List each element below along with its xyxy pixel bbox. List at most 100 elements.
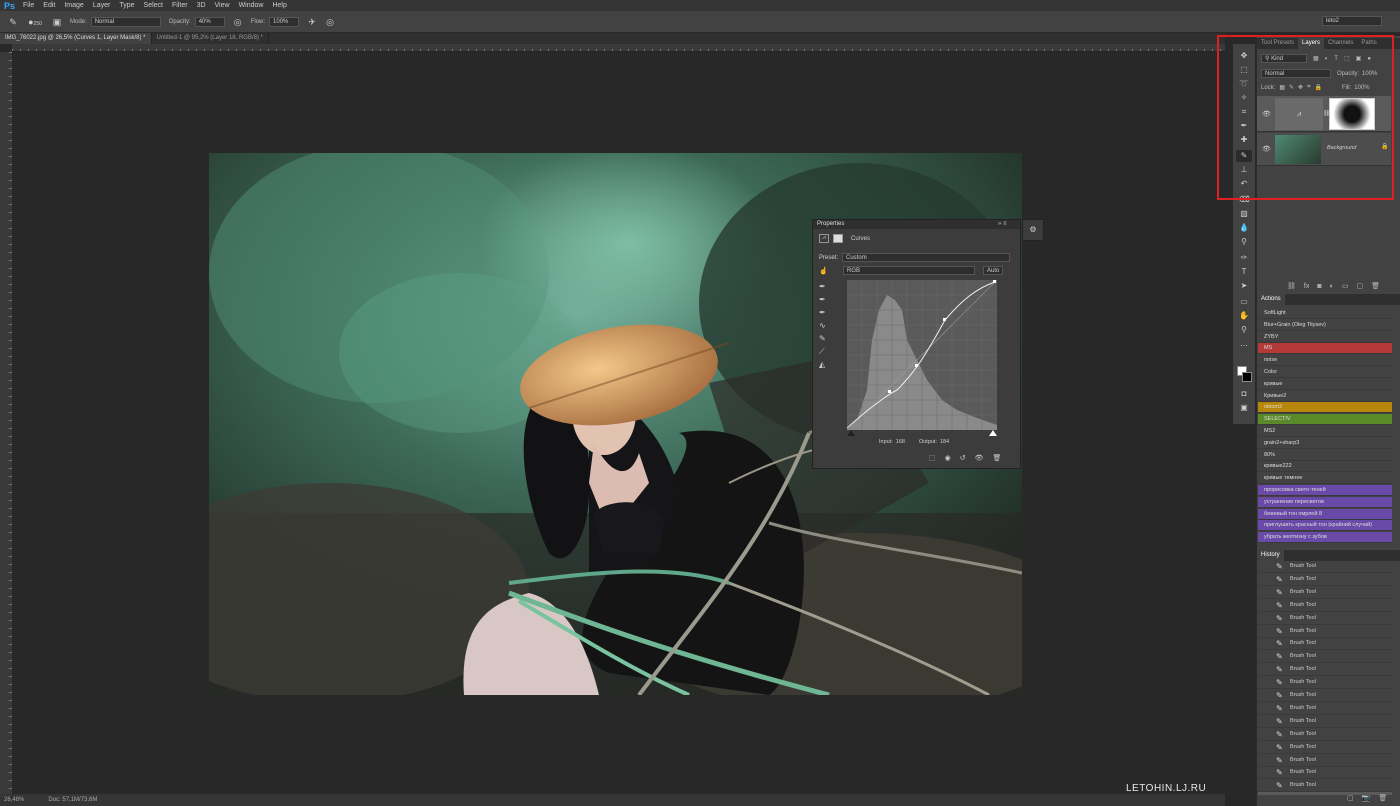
action-item[interactable]: obiom2 bbox=[1258, 402, 1392, 414]
menu-help[interactable]: Help bbox=[272, 2, 286, 9]
mode-select[interactable]: Normal bbox=[90, 16, 161, 27]
action-item[interactable]: кривые темнее bbox=[1258, 473, 1392, 485]
pen-tool-icon[interactable]: ✑ bbox=[1236, 252, 1252, 264]
menu-filter[interactable]: Filter bbox=[172, 2, 188, 9]
action-item[interactable]: 80% bbox=[1258, 450, 1392, 461]
view-previous-icon[interactable]: ◉ bbox=[945, 454, 951, 462]
more-tools-icon[interactable]: ⋯ bbox=[1236, 340, 1252, 352]
auto-button[interactable]: Auto bbox=[983, 266, 1003, 275]
history-state[interactable]: ✎ Brush Tool bbox=[1258, 573, 1392, 586]
pressure-size-icon[interactable]: ◎ bbox=[325, 17, 335, 27]
pencil-icon[interactable]: ✎ bbox=[819, 334, 831, 347]
clipping-warning-icon[interactable]: ◭ bbox=[819, 360, 831, 373]
menu-file[interactable]: File bbox=[23, 2, 34, 9]
menu-image[interactable]: Image bbox=[64, 2, 83, 9]
tab-img-76022[interactable]: IMG_76022.jpg @ 26,5% (Curves 1, Layer M… bbox=[0, 33, 152, 44]
screen-mode-icon[interactable]: ▣ bbox=[1236, 402, 1252, 414]
history-state[interactable]: ✎ Brush Tool bbox=[1258, 741, 1392, 754]
delete-state-icon[interactable]: 🗑 bbox=[1378, 794, 1387, 802]
menu-view[interactable]: View bbox=[215, 2, 230, 9]
action-item[interactable]: устранение пересветов bbox=[1258, 496, 1392, 508]
opacity-field[interactable]: 40% bbox=[194, 16, 225, 27]
workspace-select[interactable]: leto2 bbox=[1322, 16, 1382, 26]
pressure-opacity-icon[interactable]: ◎ bbox=[233, 17, 243, 27]
hand-tool-icon[interactable]: ✋ bbox=[1236, 310, 1252, 322]
quick-mask-icon[interactable]: ◘ bbox=[1236, 388, 1252, 400]
shape-tool-icon[interactable]: ▭ bbox=[1236, 296, 1252, 308]
reset-icon[interactable]: ↺ bbox=[960, 454, 966, 462]
menu-layer[interactable]: Layer bbox=[93, 2, 111, 9]
menu-window[interactable]: Window bbox=[239, 2, 264, 9]
targeted-adjustment-icon[interactable]: ☝ bbox=[819, 267, 831, 275]
clip-to-layer-icon[interactable]: ⬚ bbox=[929, 454, 936, 462]
history-state[interactable]: ✎ Brush Tool bbox=[1258, 637, 1392, 651]
history-state[interactable]: ✎ Brush Tool bbox=[1258, 754, 1392, 767]
background-color-swatch[interactable] bbox=[1242, 372, 1252, 382]
dodge-tool-icon[interactable]: ⚲ bbox=[1236, 236, 1252, 248]
curves-graph[interactable] bbox=[847, 280, 997, 436]
curve-edit-icon[interactable]: ∿ bbox=[819, 321, 831, 334]
new-adjustment-icon[interactable]: ◐ bbox=[1330, 283, 1334, 290]
action-item[interactable]: приглушить красный тон (крайний случай) bbox=[1258, 520, 1392, 532]
action-item[interactable]: grain2+sharp3 bbox=[1258, 438, 1392, 449]
history-state[interactable]: ✎ Brush Tool bbox=[1258, 715, 1392, 728]
input-value[interactable]: 168 bbox=[896, 439, 905, 445]
delete-layer-icon[interactable]: 🗑 bbox=[1371, 282, 1380, 290]
menu-type[interactable]: Type bbox=[119, 2, 134, 9]
blur-tool-icon[interactable]: 💧 bbox=[1236, 222, 1252, 234]
brush-tool-icon[interactable]: ✎ bbox=[8, 17, 18, 27]
history-state[interactable]: ✎ Brush Tool bbox=[1258, 586, 1392, 599]
history-state[interactable]: ✎ Brush Tool bbox=[1258, 650, 1392, 664]
flow-field[interactable]: 100% bbox=[269, 16, 300, 27]
panel-menu-icon[interactable]: » ≡ bbox=[998, 220, 1020, 229]
action-item[interactable]: SELECTIV bbox=[1258, 414, 1392, 426]
history-state[interactable]: ✎ Brush Tool bbox=[1258, 625, 1392, 638]
new-snapshot-icon[interactable]: 📷 bbox=[1362, 794, 1371, 802]
layer-mask-icon[interactable] bbox=[833, 234, 843, 243]
preset-select[interactable]: Custom bbox=[842, 253, 1011, 262]
zoom-tool-icon[interactable]: ⚲ bbox=[1236, 324, 1252, 336]
history-state[interactable]: ✎ Brush Tool bbox=[1258, 612, 1392, 625]
history-state[interactable]: ✎ Brush Tool bbox=[1258, 766, 1392, 780]
action-item[interactable]: noise bbox=[1258, 355, 1392, 367]
action-item[interactable]: прорисовка свето-теней bbox=[1258, 485, 1392, 496]
history-state[interactable]: ✎ Brush Tool bbox=[1258, 560, 1392, 573]
history-state[interactable]: ✎ Brush Tool bbox=[1258, 702, 1392, 715]
menu-edit[interactable]: Edit bbox=[43, 2, 55, 9]
smooth-icon[interactable]: ⟋ bbox=[819, 347, 831, 360]
new-group-icon[interactable]: ▭ bbox=[1342, 282, 1349, 290]
history-state[interactable]: ✎ Brush Tool bbox=[1258, 728, 1392, 741]
history-state[interactable]: ✎ Brush Tool bbox=[1258, 599, 1392, 612]
airbrush-icon[interactable]: ✈ bbox=[307, 17, 317, 27]
delete-icon[interactable]: 🗑 bbox=[993, 454, 1002, 462]
brush-preset-icon[interactable]: ●250 bbox=[26, 17, 44, 27]
gray-point-eyedropper-icon[interactable]: ✒ bbox=[819, 295, 831, 308]
new-document-from-state-icon[interactable]: ▢ bbox=[1347, 794, 1354, 802]
action-item[interactable]: Кривые2 bbox=[1258, 391, 1392, 402]
menu-select[interactable]: Select bbox=[144, 2, 163, 9]
action-item[interactable]: убрать желтизну с зубов bbox=[1258, 532, 1392, 544]
add-mask-icon[interactable]: ◙ bbox=[1317, 283, 1321, 290]
output-value[interactable]: 184 bbox=[940, 439, 949, 445]
properties-collapsed-icon[interactable]: ⚙ bbox=[1022, 219, 1044, 241]
action-item[interactable]: бежевый тон омрлей 8 bbox=[1258, 508, 1392, 520]
action-item[interactable]: MS2 bbox=[1258, 426, 1392, 437]
menu-3d[interactable]: 3D bbox=[197, 2, 206, 9]
gradient-tool-icon[interactable]: ▧ bbox=[1236, 208, 1252, 220]
history-state[interactable]: ✎ Brush Tool bbox=[1258, 663, 1392, 677]
action-item[interactable]: SoftLight bbox=[1258, 308, 1392, 319]
action-item[interactable]: Color bbox=[1258, 367, 1392, 378]
history-state[interactable]: ✎ Brush Tool bbox=[1258, 676, 1392, 690]
link-layers-icon[interactable]: ⛓ bbox=[1287, 282, 1296, 290]
layer-style-icon[interactable]: fx bbox=[1304, 283, 1309, 290]
white-point-eyedropper-icon[interactable]: ✒ bbox=[819, 308, 831, 321]
history-state[interactable]: ✎ Brush Tool bbox=[1258, 779, 1392, 793]
action-item[interactable]: Blur+Grain (Oleg Titysev) bbox=[1258, 320, 1392, 331]
new-layer-icon[interactable]: ▢ bbox=[1356, 282, 1363, 290]
visibility-icon[interactable]: 👁 bbox=[975, 454, 984, 462]
action-item[interactable]: кривые222 bbox=[1258, 461, 1392, 473]
action-item[interactable]: ZYBY bbox=[1258, 332, 1392, 343]
channel-select[interactable]: RGB bbox=[843, 266, 975, 275]
action-item[interactable]: MS bbox=[1258, 343, 1392, 355]
tab-untitled-1[interactable]: Untitled-1 @ 95,2% (Layer 18, RGB/8) * bbox=[152, 33, 269, 44]
